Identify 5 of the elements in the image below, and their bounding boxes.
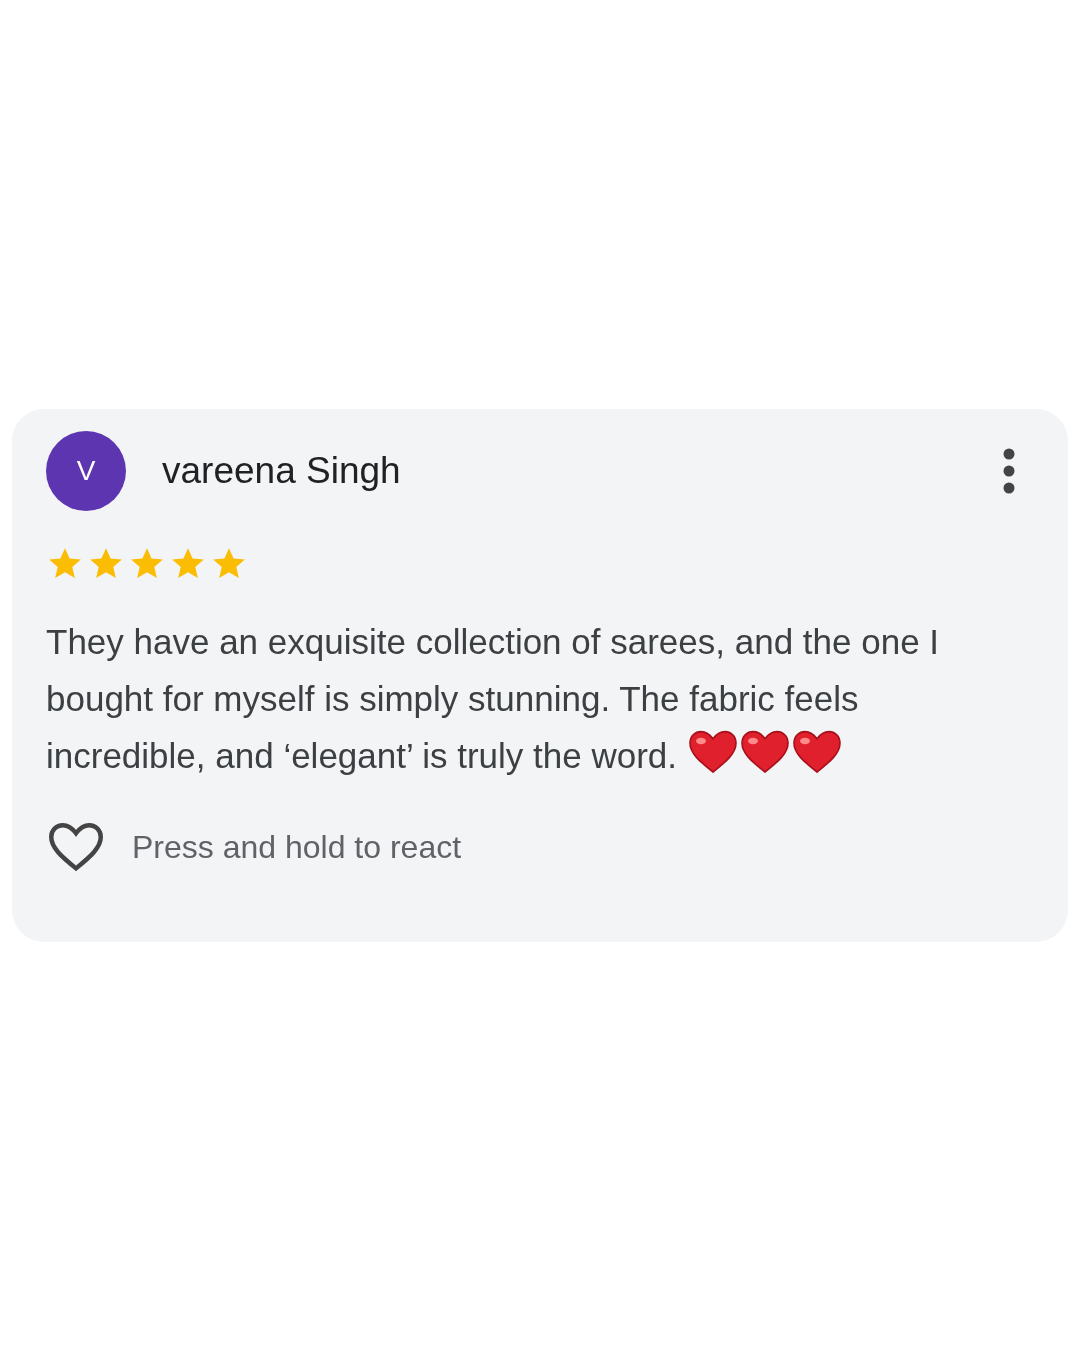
author-name: vareena Singh — [162, 448, 401, 493]
avatar: V — [46, 430, 126, 511]
more-icon — [1002, 446, 1016, 495]
react-hint: Press and hold to react — [132, 827, 462, 867]
review-text: They have an exquisite collection of sarees, and the one I bought for myself is simply stunning. The fabric feels incredible, and ‘elegant’ is truly the word. — [46, 620, 941, 778]
